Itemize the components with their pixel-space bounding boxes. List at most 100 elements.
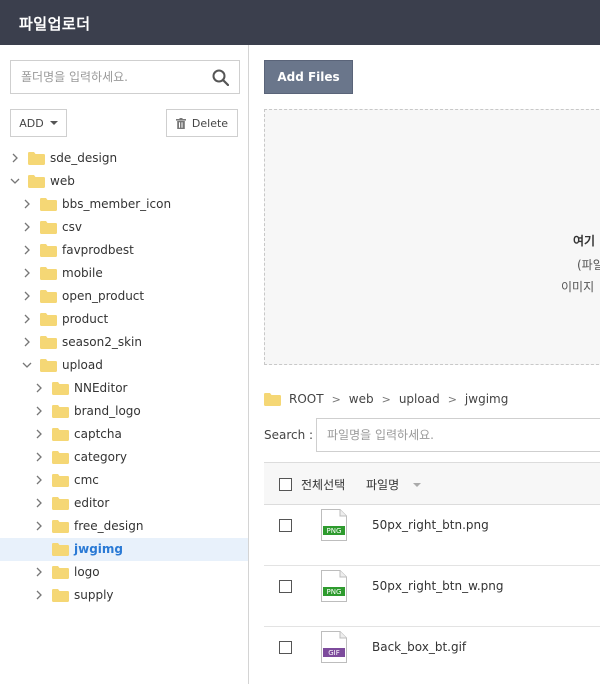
trash-icon <box>175 117 186 129</box>
folder-tree-item[interactable]: mobile <box>0 262 248 285</box>
folder-tree-item[interactable]: web <box>0 170 248 193</box>
chevron-right-icon[interactable] <box>22 199 32 209</box>
folder-icon <box>40 313 57 326</box>
chevron-right-icon[interactable] <box>34 590 44 600</box>
select-all-checkbox[interactable] <box>279 478 292 491</box>
svg-text:PNG: PNG <box>327 588 342 596</box>
chevron-right-icon[interactable] <box>22 314 32 324</box>
folder-tree-item[interactable]: csv <box>0 216 248 239</box>
chevron-right-icon[interactable] <box>34 406 44 416</box>
folder-icon <box>28 152 45 165</box>
select-all-label[interactable]: 전체선택 <box>301 476 345 493</box>
svg-text:GIF: GIF <box>328 649 340 657</box>
breadcrumb-item[interactable]: web <box>349 392 374 406</box>
drop-zone-title: 여기 <box>573 234 596 248</box>
png-file-icon: PNG <box>321 509 347 541</box>
folder-tree-item[interactable]: product <box>0 308 248 331</box>
delete-folder-button[interactable]: Delete <box>166 109 238 137</box>
file-row[interactable]: GIF Back_box_bt.gif <box>264 627 600 684</box>
folder-tree-item[interactable]: favprodbest <box>0 239 248 262</box>
folder-tree-item[interactable]: upload <box>0 354 248 377</box>
folder-tree-item-label: category <box>74 450 128 464</box>
file-row-checkbox[interactable] <box>279 580 292 593</box>
search-icon[interactable] <box>212 69 229 86</box>
svg-text:PNG: PNG <box>327 527 342 535</box>
chevron-down-icon[interactable] <box>10 176 20 186</box>
filename-column-header[interactable]: 파일명 <box>366 476 399 493</box>
folder-icon <box>40 198 57 211</box>
chevron-right-icon[interactable] <box>22 337 32 347</box>
file-table-header: 전체선택 파일명 <box>264 462 600 505</box>
chevron-down-icon <box>49 121 58 125</box>
chevron-right-icon[interactable] <box>34 429 44 439</box>
folder-tree-item-label: captcha <box>74 427 122 441</box>
folder-tree-item-label: favprodbest <box>62 243 134 257</box>
file-row[interactable]: PNG 50px_right_btn.png <box>264 505 600 566</box>
add-files-button[interactable]: Add Files <box>264 60 353 94</box>
breadcrumb-item[interactable]: upload <box>399 392 440 406</box>
delete-button-label: Delete <box>191 116 229 130</box>
file-name[interactable]: Back_box_bt.gif <box>372 640 466 654</box>
folder-search-input[interactable] <box>11 61 207 93</box>
folder-tree-item[interactable]: jwgimg <box>0 538 248 561</box>
chevron-right-icon[interactable] <box>34 567 44 577</box>
folder-tree-item-label: editor <box>74 496 110 510</box>
chevron-right-icon[interactable] <box>22 245 32 255</box>
breadcrumb: ROOT > web > upload > jwgimg <box>264 390 508 408</box>
folder-tree-item[interactable]: logo <box>0 561 248 584</box>
gif-file-icon: GIF <box>321 631 347 663</box>
file-row-checkbox[interactable] <box>279 641 292 654</box>
folder-tree-item-label: sde_design <box>50 151 118 165</box>
folder-icon <box>28 175 45 188</box>
chevron-right-icon[interactable] <box>34 383 44 393</box>
folder-tree-item[interactable]: brand_logo <box>0 400 248 423</box>
folder-icon <box>40 221 57 234</box>
folder-icon <box>52 474 69 487</box>
chevron-right-icon[interactable] <box>34 475 44 485</box>
folder-tree-item[interactable]: free_design <box>0 515 248 538</box>
breadcrumb-item[interactable]: jwgimg <box>465 392 508 406</box>
chevron-right-icon[interactable] <box>22 291 32 301</box>
folder-tree-item[interactable]: bbs_member_icon <box>0 193 248 216</box>
chevron-down-icon[interactable] <box>22 360 32 370</box>
folder-tree-item[interactable]: sde_design <box>0 147 248 170</box>
folder-icon <box>52 589 69 602</box>
folder-icon <box>40 336 57 349</box>
folder-tree-item[interactable]: cmc <box>0 469 248 492</box>
file-name[interactable]: 50px_right_btn_w.png <box>372 579 503 593</box>
folder-icon <box>40 290 57 303</box>
folder-icon <box>52 382 69 395</box>
chevron-right-icon: > <box>447 392 457 406</box>
folder-tree-item-label: open_product <box>62 289 145 303</box>
breadcrumb-item[interactable]: ROOT <box>289 392 324 406</box>
file-search-label: Search : <box>264 428 314 442</box>
folder-tree-item-label: csv <box>62 220 82 234</box>
folder-tree-item[interactable]: editor <box>0 492 248 515</box>
folder-tree-item[interactable]: open_product <box>0 285 248 308</box>
chevron-right-icon[interactable] <box>10 153 20 163</box>
folder-tree-item[interactable]: supply <box>0 584 248 607</box>
folder-tree-item-label: supply <box>74 588 114 602</box>
chevron-right-icon[interactable] <box>34 498 44 508</box>
chevron-right-icon[interactable] <box>34 452 44 462</box>
main-panel: Add Files 여기 (파일 이미지 ROOT > web > upload > jwg… <box>249 45 600 684</box>
chevron-right-icon: > <box>331 392 341 406</box>
file-search-input[interactable] <box>316 418 600 452</box>
folder-tree-item-label: jwgimg <box>74 542 123 556</box>
sort-down-icon[interactable] <box>413 483 421 487</box>
folder-tree-item[interactable]: captcha <box>0 423 248 446</box>
drop-zone-subtitle: (파일 <box>577 258 600 272</box>
chevron-right-icon[interactable] <box>34 521 44 531</box>
chevron-right-icon[interactable] <box>22 268 32 278</box>
folder-tree-item[interactable]: NNEditor <box>0 377 248 400</box>
folder-icon <box>52 497 69 510</box>
folder-icon <box>52 451 69 464</box>
file-name[interactable]: 50px_right_btn.png <box>372 518 489 532</box>
file-row[interactable]: PNG 50px_right_btn_w.png <box>264 566 600 627</box>
folder-tree-item[interactable]: season2_skin <box>0 331 248 354</box>
folder-tree-item[interactable]: category <box>0 446 248 469</box>
file-row-checkbox[interactable] <box>279 519 292 532</box>
add-folder-button[interactable]: ADD <box>10 109 67 137</box>
file-drop-zone[interactable]: 여기 (파일 이미지 <box>264 109 600 365</box>
chevron-right-icon[interactable] <box>22 222 32 232</box>
